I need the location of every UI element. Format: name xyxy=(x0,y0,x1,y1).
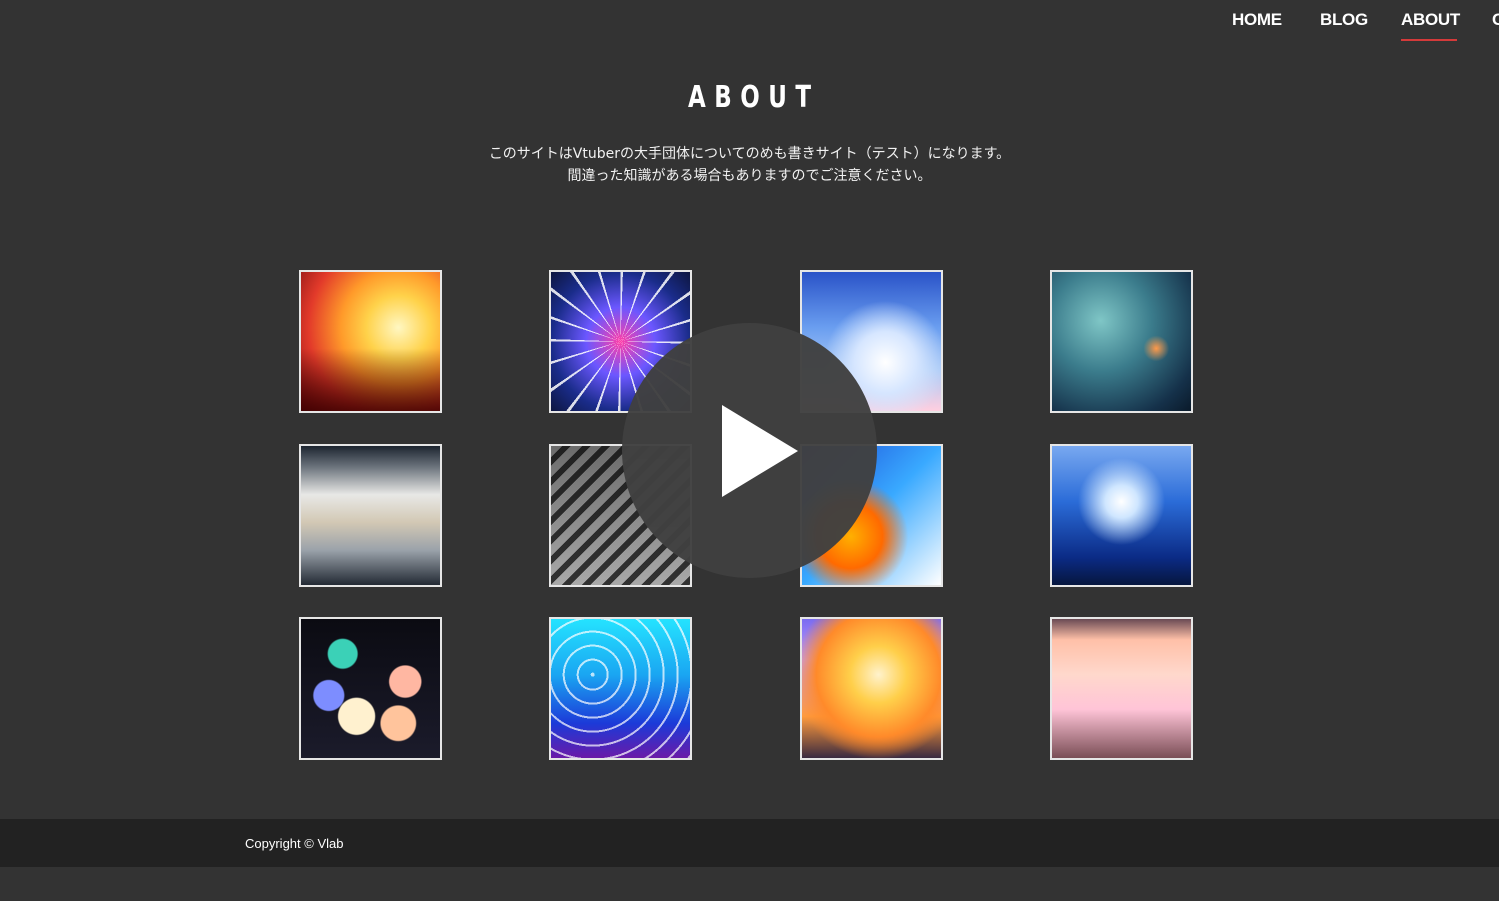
photo-golden-street-icon xyxy=(802,619,941,758)
footer: Copyright © Vlab xyxy=(0,819,1499,867)
gallery-tile[interactable] xyxy=(549,617,692,760)
gallery-tile[interactable] xyxy=(299,270,442,413)
nav-blog-link[interactable]: BLOG xyxy=(1320,10,1368,30)
gallery-tile[interactable] xyxy=(299,444,442,587)
photo-bridge-fisheye-icon xyxy=(1052,446,1191,585)
nav-about-link[interactable]: ABOUT xyxy=(1401,10,1460,30)
nav-home-link[interactable]: HOME xyxy=(1232,10,1282,30)
play-button[interactable] xyxy=(622,323,877,578)
description-line-1: このサイトはVtuberの大手団体についてのめも書きサイト（テスト）になります。 xyxy=(488,146,1011,162)
page: HOME BLOG ABOUT C ABOUT このサイトはVtuberの大手団… xyxy=(0,0,1499,901)
nav-contact-link-partial[interactable]: C xyxy=(1492,10,1499,30)
photo-city-rail-sunset-icon xyxy=(301,272,440,411)
photo-tokyo-tower-night-icon xyxy=(1052,272,1191,411)
play-icon xyxy=(722,405,798,497)
page-description: このサイトはVtuberの大手団体についてのめも書きサイト（テスト）になります。… xyxy=(0,143,1499,187)
photo-cyan-city-icon xyxy=(551,619,690,758)
gallery-tile[interactable] xyxy=(1050,270,1193,413)
footer-copyright: Copyright © Vlab xyxy=(245,836,344,851)
nav-active-underline xyxy=(1401,39,1457,41)
gallery-tile[interactable] xyxy=(1050,617,1193,760)
gallery-tile[interactable] xyxy=(299,617,442,760)
gallery-tile[interactable] xyxy=(800,617,943,760)
description-line-2: 間違った知識がある場合もありますのでご注意ください。 xyxy=(567,168,932,184)
page-title: ABOUT xyxy=(687,80,820,115)
photo-pink-sky-inverted-city-icon xyxy=(1052,619,1191,758)
photo-foggy-skyline-icon xyxy=(301,446,440,585)
photo-bokeh-lights-icon xyxy=(301,619,440,758)
top-nav: HOME BLOG ABOUT C xyxy=(0,0,1499,50)
gallery-tile[interactable] xyxy=(1050,444,1193,587)
